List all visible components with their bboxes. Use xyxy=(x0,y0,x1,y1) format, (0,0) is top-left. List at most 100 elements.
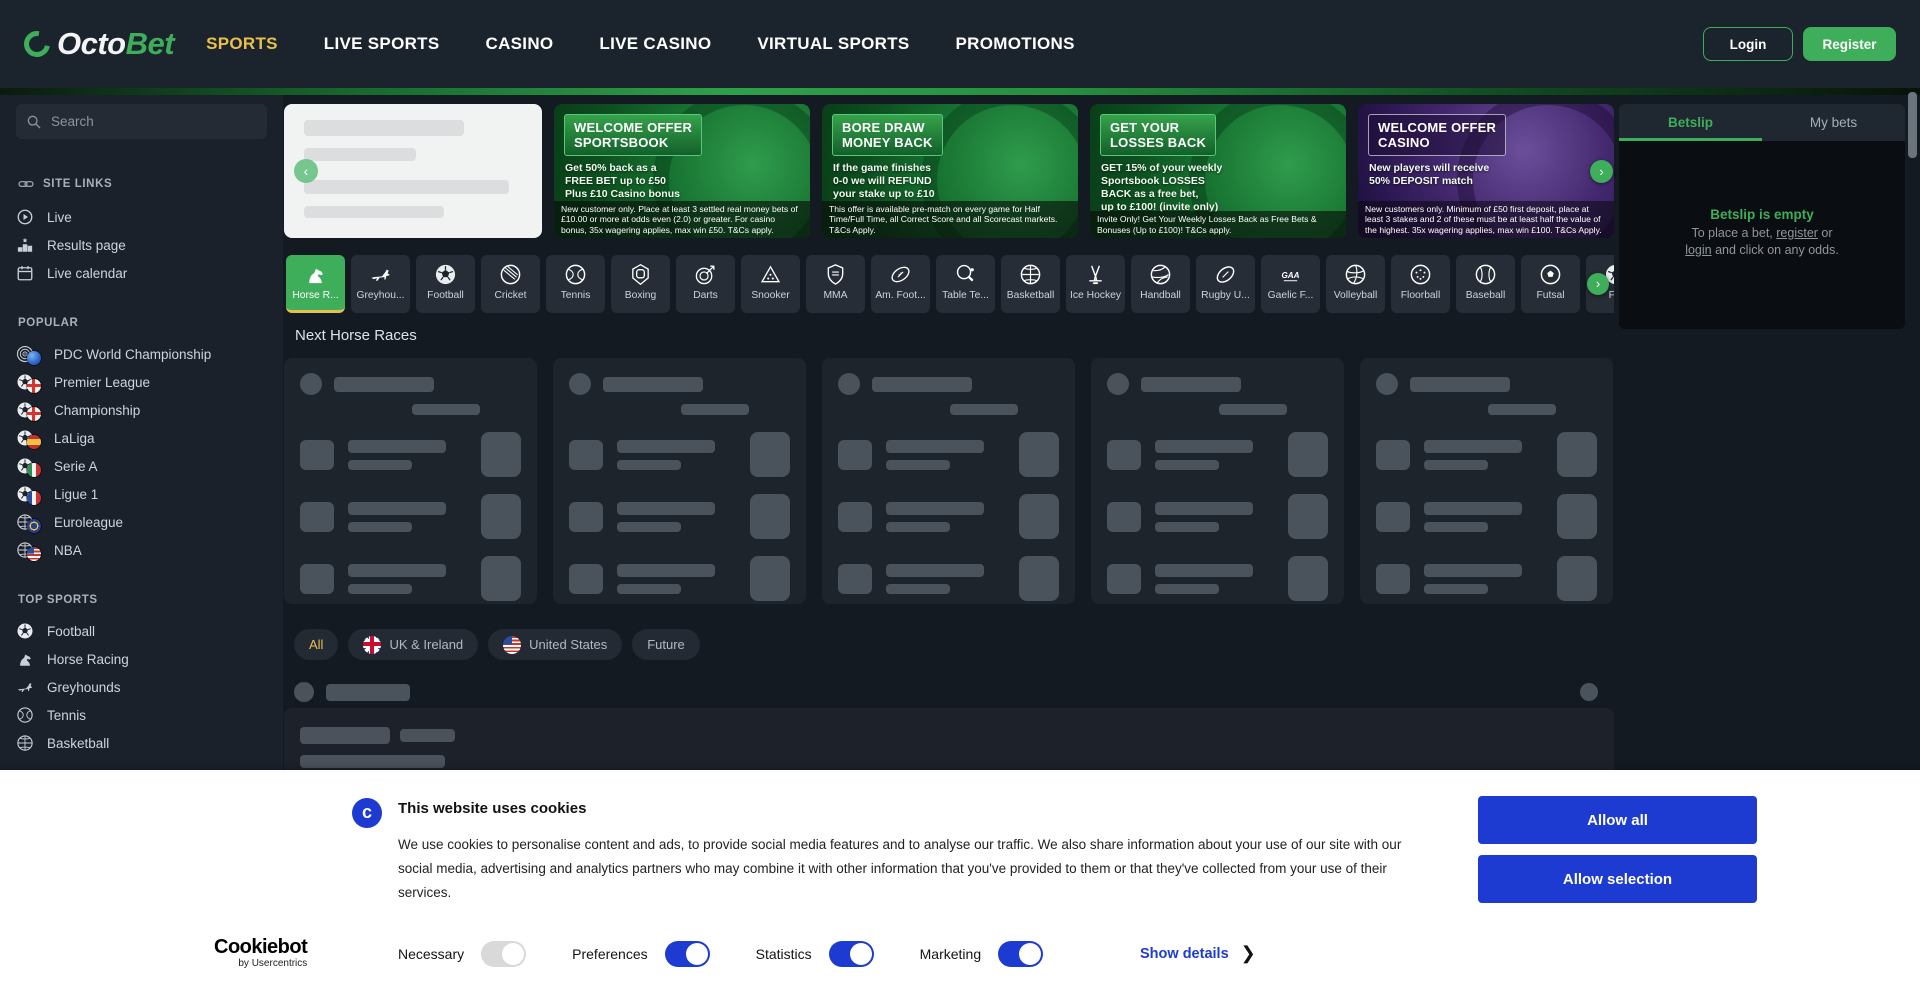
show-details-link[interactable]: Show details ❯ xyxy=(1140,943,1256,964)
cookie-toggle-marketing[interactable] xyxy=(998,941,1043,967)
cookiebot-logo-icon: c xyxy=(352,798,382,828)
sports-tile-floorball[interactable]: Floorball xyxy=(1391,255,1450,313)
sports-tile-snooker[interactable]: Snooker xyxy=(741,255,800,313)
sidebar-item-live[interactable]: Live xyxy=(16,203,267,231)
sports-tile-am-foot[interactable]: Am. Foot... xyxy=(871,255,930,313)
filter-pill-united-states[interactable]: United States xyxy=(488,629,622,660)
cookie-toggle-label-preferences: Preferences xyxy=(572,946,647,962)
octobet-logo[interactable]: OctoBet xyxy=(24,26,174,62)
sports-tile-label: Football xyxy=(427,290,464,301)
nav-live-sports[interactable]: LIVE SPORTS xyxy=(324,34,440,54)
skeleton-bar xyxy=(617,522,681,532)
nav-sports[interactable]: SPORTS xyxy=(206,34,278,54)
sports-tile-baseball[interactable]: Baseball xyxy=(1456,255,1515,313)
carousel-next-button[interactable]: › xyxy=(1590,160,1613,183)
skeleton-square xyxy=(300,564,334,594)
sports-tile-darts[interactable]: Darts xyxy=(676,255,735,313)
skeleton-circle xyxy=(1376,373,1398,395)
nav-live-casino[interactable]: LIVE CASINO xyxy=(599,34,711,54)
sidebar-item-basketball[interactable]: Basketball xyxy=(16,729,267,757)
sidebar-item-nba[interactable]: NBA xyxy=(16,536,267,564)
skeleton-bar xyxy=(412,404,480,415)
cookie-toggle-statistics[interactable] xyxy=(829,941,874,967)
sidebar-item-pdc-world-championship[interactable]: PDC World Championship xyxy=(16,340,267,368)
betslip-empty-title: Betslip is empty xyxy=(1619,207,1905,222)
basketball-icon xyxy=(16,734,34,752)
betslip-text: or xyxy=(1818,226,1833,240)
login-link[interactable]: login xyxy=(1685,243,1711,257)
sidebar-item-premier-league[interactable]: Premier League xyxy=(16,368,267,396)
sidebar-item-label: Results page xyxy=(47,238,126,253)
register-button[interactable]: Register xyxy=(1803,27,1896,61)
sidebar-item-ligue-1[interactable]: Ligue 1 xyxy=(16,480,267,508)
futsal-icon xyxy=(1539,255,1562,286)
sports-tile-boxing[interactable]: Boxing xyxy=(611,255,670,313)
skeleton-odds-button xyxy=(1557,494,1597,539)
sidebar-item-championship[interactable]: Championship xyxy=(16,396,267,424)
search-input[interactable] xyxy=(51,114,257,129)
allow-selection-button[interactable]: Allow selection xyxy=(1478,855,1757,903)
svg-text:GAA: GAA xyxy=(1281,271,1299,280)
sidebar-item-greyhounds[interactable]: Greyhounds xyxy=(16,673,267,701)
sports-tile-gaelic-f[interactable]: GAAGaelic F... xyxy=(1261,255,1320,313)
skeleton-bar xyxy=(1424,440,1522,453)
sports-tile-volleyball[interactable]: Volleyball xyxy=(1326,255,1385,313)
handball-icon xyxy=(1149,255,1172,286)
next-races-heading: Next Horse Races xyxy=(295,327,1614,345)
sidebar-item-horse-racing[interactable]: Horse Racing xyxy=(16,645,267,673)
betslip-tab-my-bets[interactable]: My bets xyxy=(1762,104,1905,141)
sidebar-item-label: NBA xyxy=(54,543,82,558)
cookie-toggle-preferences[interactable] xyxy=(665,941,710,967)
betslip-tab-betslip[interactable]: Betslip xyxy=(1619,104,1762,141)
promo-banner-welcome-offer-sportsbook[interactable]: WELCOME OFFERSPORTSBOOKGet 50% back as a… xyxy=(554,104,810,238)
sports-tile-cricket[interactable]: Cricket xyxy=(481,255,540,313)
banner-fine-print: New customers only. Minimum of £50 first… xyxy=(1358,201,1614,238)
sports-tile-basketball[interactable]: Basketball xyxy=(1001,255,1060,313)
skeleton-square xyxy=(1376,502,1410,532)
promo-banner-welcome-offer-casino[interactable]: WELCOME OFFERCASINONew players will rece… xyxy=(1358,104,1614,238)
filter-pill-uk-ireland[interactable]: UK & Ireland xyxy=(348,629,478,660)
sports-tile-greyhou[interactable]: Greyhou... xyxy=(351,255,410,313)
sidebar-item-laliga[interactable]: LaLiga xyxy=(16,424,267,452)
promo-banner-get-your-losses-back[interactable]: GET YOURLOSSES BACKGET 15% of your weekl… xyxy=(1090,104,1346,238)
sports-tile-football[interactable]: Football xyxy=(416,255,475,313)
search-input-container[interactable] xyxy=(16,104,267,139)
cookie-toggle-group-statistics: Statistics xyxy=(756,941,874,967)
skeleton-bar xyxy=(617,584,681,594)
sports-tile-tennis[interactable]: Tennis xyxy=(546,255,605,313)
sidebar-item-live-calendar[interactable]: Live calendar xyxy=(16,259,267,287)
skeleton-odds-button xyxy=(750,494,790,539)
register-link[interactable]: register xyxy=(1776,226,1818,240)
sidebar-item-serie-a[interactable]: Serie A xyxy=(16,452,267,480)
sidebar-item-football[interactable]: Football xyxy=(16,617,267,645)
sidebar-item-tennis[interactable]: Tennis xyxy=(16,701,267,729)
filter-pill-all[interactable]: All xyxy=(294,629,338,660)
sidebar-item-euroleague[interactable]: Euroleague xyxy=(16,508,267,536)
skeleton-bar xyxy=(326,684,410,701)
sports-tile-horse-r[interactable]: Horse R... xyxy=(286,255,345,313)
skeleton-bar xyxy=(300,755,445,768)
cookie-toggle-group-necessary: Necessary xyxy=(398,941,526,967)
sports-row-next-button[interactable]: › xyxy=(1587,273,1609,295)
sports-tile-handball[interactable]: Handball xyxy=(1131,255,1190,313)
race-card-skeleton xyxy=(822,358,1075,604)
race-card-skeleton xyxy=(284,358,537,604)
banner-fine-print: New customer only. Place at least 3 sett… xyxy=(554,201,810,238)
allow-all-button[interactable]: Allow all xyxy=(1478,796,1757,844)
sports-tile-futsal[interactable]: Futsal xyxy=(1521,255,1580,313)
carousel-prev-button[interactable]: ‹ xyxy=(294,159,318,183)
login-button[interactable]: Login xyxy=(1703,27,1793,61)
filter-pill-future[interactable]: Future xyxy=(632,629,700,660)
sports-tile-table-te[interactable]: Table Te... xyxy=(936,255,995,313)
page-scrollbar-thumb[interactable] xyxy=(1908,92,1917,158)
sports-tile-ice-hockey[interactable]: Ice Hockey xyxy=(1066,255,1125,313)
sports-tile-mma[interactable]: MMA xyxy=(806,255,865,313)
nav-virtual-sports[interactable]: VIRTUAL SPORTS xyxy=(757,34,909,54)
promo-banner-bore-draw-money-back[interactable]: BORE DRAWMONEY BACKIf the game finishes0… xyxy=(822,104,1078,238)
nav-promotions[interactable]: PROMOTIONS xyxy=(956,34,1075,54)
sidebar-item-results-page[interactable]: Results page xyxy=(16,231,267,259)
sports-tile-label: Basketball xyxy=(1007,290,1055,301)
sports-tile-rugby-u[interactable]: Rugby U... xyxy=(1196,255,1255,313)
sidebar-item-label: Greyhounds xyxy=(47,680,121,695)
nav-casino[interactable]: CASINO xyxy=(486,34,554,54)
